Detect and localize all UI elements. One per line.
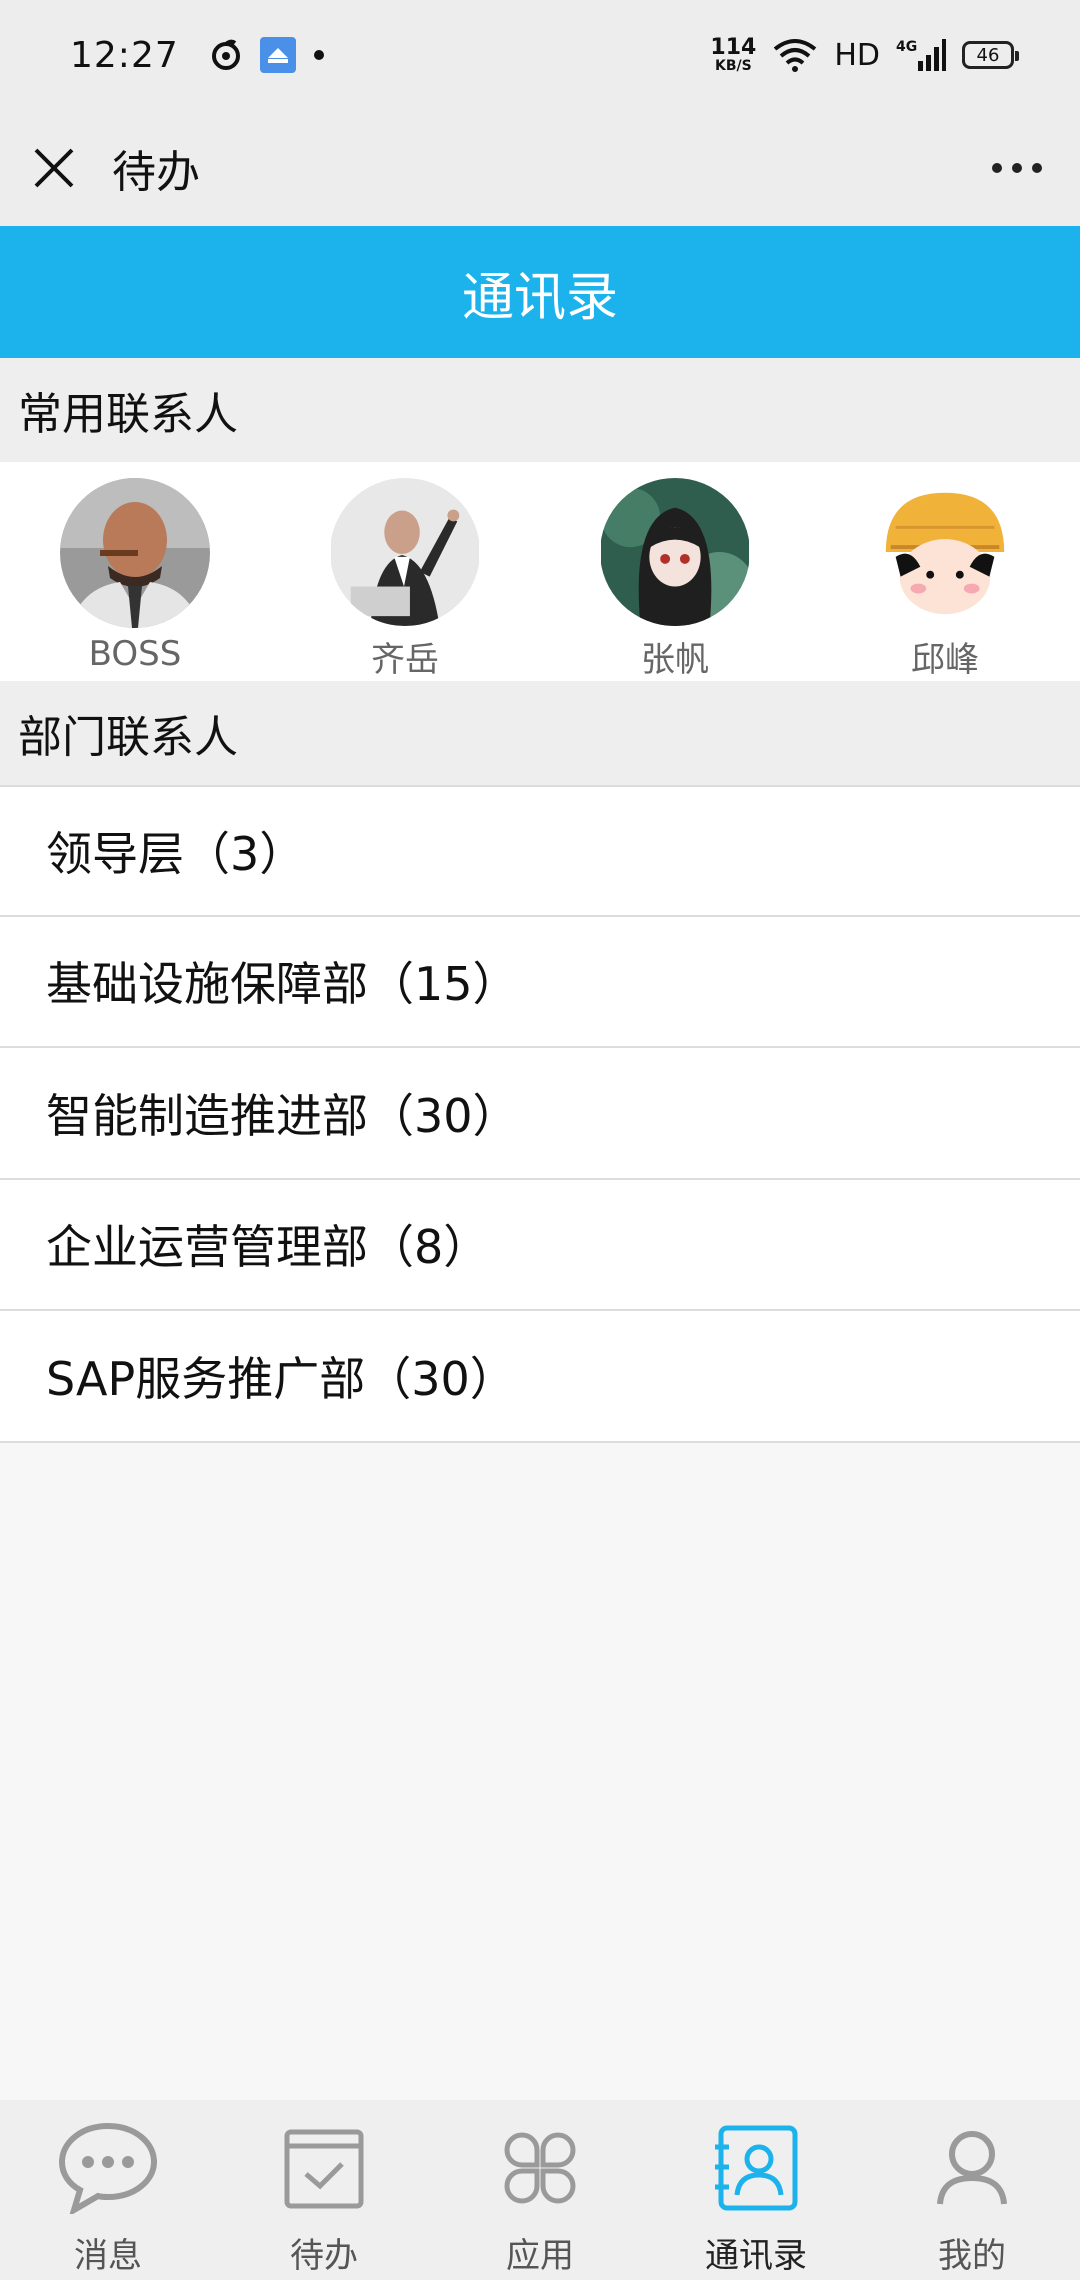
page-title: 通讯录 xyxy=(0,226,1080,358)
app-notification-icon xyxy=(259,37,296,73)
avatar xyxy=(60,478,210,628)
nav-item-apps[interactable]: 应用 xyxy=(432,2100,648,2280)
department-item[interactable]: 领导层（3） xyxy=(0,785,1080,917)
more-dot xyxy=(1032,163,1042,173)
bottom-nav: 消息 待办 应用 通讯录 我的 xyxy=(0,2100,1080,2280)
avatar xyxy=(331,478,479,626)
battery-icon: 46 xyxy=(962,41,1019,69)
svg-text:4G: 4G xyxy=(896,39,917,55)
department-item[interactable]: SAP服务推广部（30） xyxy=(0,1311,1080,1443)
nav-label: 消息 xyxy=(74,2236,142,2276)
avatar xyxy=(601,478,750,626)
status-bar: 12:27 114 KB/S HD 4G 46 xyxy=(0,0,1080,110)
avatar xyxy=(871,478,1019,626)
nav-item-todo[interactable]: 待办 xyxy=(216,2100,432,2280)
nav-item-profile[interactable]: 我的 xyxy=(864,2100,1080,2280)
chat-icon xyxy=(58,2122,158,2214)
netease-music-icon xyxy=(211,39,240,70)
department-item[interactable]: 企业运营管理部（8） xyxy=(0,1179,1080,1311)
nav-label: 通讯录 xyxy=(705,2236,807,2276)
wifi-icon xyxy=(774,39,817,72)
apps-icon xyxy=(504,2132,576,2204)
frequent-contacts-row: BOSS 齐岳 张帆 邱峰 xyxy=(0,462,1080,681)
more-dot xyxy=(1012,163,1022,173)
contact-name: 张帆 xyxy=(641,640,709,680)
department-contacts-header: 部门联系人 xyxy=(0,681,1080,785)
dot-icon xyxy=(313,50,324,60)
department-item[interactable]: 智能制造推进部（30） xyxy=(0,1048,1080,1180)
app-header: 待办 xyxy=(0,110,1080,226)
header-title: 待办 xyxy=(112,147,200,198)
hd-indicator: HD xyxy=(834,37,880,73)
todo-icon xyxy=(284,2129,364,2209)
nav-item-contacts[interactable]: 通讯录 xyxy=(648,2100,864,2280)
signal-icon: 4G xyxy=(896,39,946,71)
contact-qiufeng[interactable]: 邱峰 xyxy=(810,462,1080,681)
department-list: 领导层（3） 基础设施保障部（15） 智能制造推进部（30） 企业运营管理部（8… xyxy=(0,785,1080,1443)
contact-name: 邱峰 xyxy=(911,640,979,680)
net-speed: 114 KB/S xyxy=(710,35,757,74)
contacts-icon xyxy=(715,2125,798,2211)
nav-label: 待办 xyxy=(290,2236,358,2276)
nav-label: 我的 xyxy=(938,2236,1006,2276)
status-right: 114 KB/S HD 4G 46 xyxy=(710,35,1019,74)
contact-zhangfan[interactable]: 张帆 xyxy=(540,462,810,681)
nav-label: 应用 xyxy=(506,2236,574,2276)
contact-name: 齐岳 xyxy=(371,640,439,680)
close-icon[interactable] xyxy=(32,146,76,190)
frequent-contacts-header: 常用联系人 xyxy=(0,358,1080,462)
more-button[interactable] xyxy=(992,163,1042,173)
more-dot xyxy=(992,163,1002,173)
nav-item-messages[interactable]: 消息 xyxy=(0,2100,216,2280)
notification-icons xyxy=(209,36,325,74)
department-item[interactable]: 基础设施保障部（15） xyxy=(0,916,1080,1048)
profile-icon xyxy=(937,2131,1007,2205)
contact-boss[interactable]: BOSS xyxy=(0,462,270,681)
contact-name: BOSS xyxy=(88,634,182,674)
contact-qiyue[interactable]: 齐岳 xyxy=(270,462,540,681)
status-time: 12:27 xyxy=(70,34,179,76)
